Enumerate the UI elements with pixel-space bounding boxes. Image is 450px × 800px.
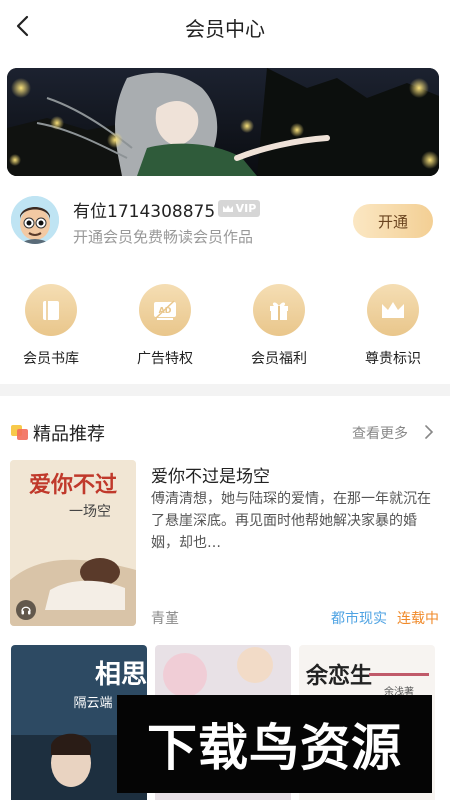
- privilege-member-benefits[interactable]: 会员福利: [234, 282, 324, 368]
- chevron-right-icon[interactable]: [424, 425, 434, 439]
- book-icon: [43, 301, 59, 320]
- privilege-row: 会员书库 AD 广告特权 会员福利: [0, 282, 450, 372]
- gift-icon: [270, 302, 288, 320]
- section-title-icon: [11, 425, 28, 440]
- genre-tag: 都市现实: [331, 611, 387, 627]
- section-title: 精品推荐: [33, 424, 105, 445]
- anime-illustration: [7, 68, 439, 176]
- top-bar: 会员中心: [0, 0, 450, 52]
- banner-image[interactable]: [7, 68, 439, 176]
- cover-subtitle-text: 一场空: [69, 504, 111, 520]
- membership-subtitle: 开通会员免费畅读会员作品: [73, 228, 254, 246]
- cover-subtitle-text: 隔云端: [73, 696, 112, 711]
- book-title[interactable]: 爱你不过是场空: [151, 462, 270, 487]
- privilege-ad-free[interactable]: AD 广告特权: [120, 282, 210, 368]
- section-divider: [0, 384, 450, 396]
- listen-button[interactable]: [16, 600, 36, 620]
- featured-book-cover[interactable]: 爱你不过 一场空: [10, 460, 136, 626]
- status-tag: 连载中: [397, 611, 439, 627]
- watermark-overlay: 下载鸟资源: [117, 695, 432, 793]
- privilege-noble-badge[interactable]: 尊贵标识: [348, 282, 438, 368]
- ad-icon: AD: [154, 300, 176, 320]
- open-membership-button[interactable]: 开通: [353, 204, 433, 238]
- crown-icon: [222, 205, 233, 212]
- book-description: 傅清清想，她与陆琛的爱情，在那一年就沉在了悬崖深底。再见面时他帮她解决家暴的婚姻…: [151, 491, 431, 551]
- privilege-label: 会员福利: [251, 351, 307, 367]
- username: 有位1714308875: [73, 202, 216, 222]
- recommend-section-header: 精品推荐 查看更多: [0, 412, 450, 445]
- privilege-label: 广告特权: [137, 351, 193, 367]
- avatar-face-icon: [11, 196, 59, 244]
- cover-title-text: 爱你不过: [29, 472, 117, 498]
- privilege-label: 会员书库: [23, 351, 79, 367]
- privilege-label: 尊贵标识: [365, 351, 421, 367]
- avatar[interactable]: [11, 196, 59, 244]
- crown-icon: [382, 302, 404, 318]
- vip-badge: VIP: [218, 200, 260, 217]
- book-author: 青堇: [151, 611, 179, 627]
- view-more-link[interactable]: 查看更多: [352, 423, 408, 443]
- cover-title-text: 相思: [95, 660, 147, 690]
- headphone-icon: [21, 606, 31, 615]
- page-title: 会员中心: [185, 17, 265, 41]
- vip-badge-label: VIP: [235, 202, 257, 215]
- privilege-member-library[interactable]: 会员书库: [6, 282, 96, 368]
- cover-title-text: 余恋生: [305, 663, 372, 689]
